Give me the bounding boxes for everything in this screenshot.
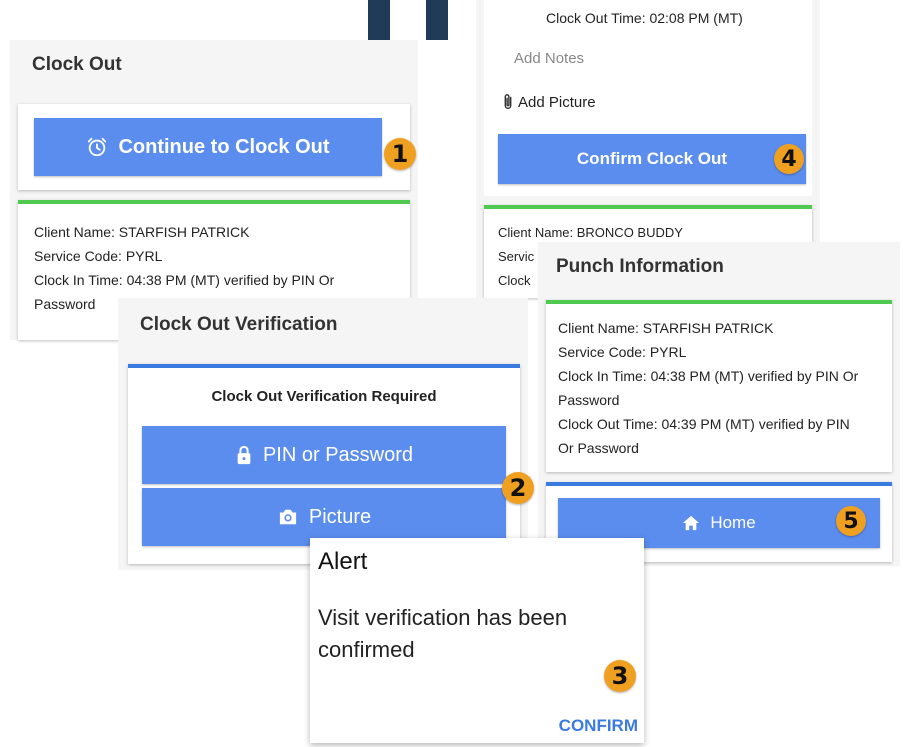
step-badge-1: 1 [384,138,416,170]
clock-out-verification-panel: Clock Out Verification Clock Out Verific… [118,298,534,570]
continue-label: Continue to Clock Out [118,135,330,158]
alert-message-line-2: confirmed [318,637,415,662]
step-badge-4: 4 [774,144,804,174]
punch-information-panel: Punch Information Client Name: STARFISH … [538,242,900,566]
paperclip-icon [502,93,514,111]
continue-card: Continue to Clock Out 1 [18,104,416,190]
step-badge-2: 2 [502,472,534,504]
service-code: Service Code: PYRL [558,344,687,360]
confirm-clock-out-button[interactable]: Confirm Clock Out [498,134,806,184]
logo-fragment-right [426,0,448,40]
home-label: Home [710,513,756,532]
camera-icon [277,508,299,526]
clock-in-time: Clock In Time: 04:38 PM (MT) verified by… [34,272,335,288]
clock-out-time: Clock Out Time: 04:39 PM (MT) verified b… [558,416,850,432]
confirm-alert-button[interactable]: CONFIRM [559,716,638,736]
add-picture-label: Add Picture [518,93,596,111]
punch-information-title: Punch Information [556,256,724,277]
picture-label: Picture [308,505,372,528]
alert-title: Alert [318,548,368,575]
verification-heading: Clock Out Verification Required [211,388,437,405]
client-name: Client Name: STARFISH PATRICK [34,224,250,240]
clock-out-time: Clock Out Time: 02:08 PM (MT) [546,10,743,26]
clock-in-time-cont: Password [558,392,620,408]
pin-or-password-button[interactable]: PIN or Password [142,426,506,484]
clock-out-time-cont: Or Password [558,440,639,456]
continue-to-clock-out-button[interactable]: Continue to Clock Out [34,118,382,176]
alert-message-line-1: Visit verification has been [318,605,568,630]
confirm-clock-out-label: Confirm Clock Out [576,149,728,168]
clock-out-panel: Clock Out Continue to Clock Out 1 Client… [10,40,418,340]
client-name: Client Name: STARFISH PATRICK [558,320,774,336]
pin-or-password-label: PIN or Password [262,443,414,466]
service-code: Service Code: PYRL [34,248,163,264]
alert-message: Visit verification has been confirmed [318,602,567,666]
verification-title: Clock Out Verification [140,314,338,335]
lock-icon [235,445,253,465]
step-badge-3: 3 [604,660,636,692]
clock-out-title: Clock Out [32,54,122,75]
clock-in-time: Clock In Time: 04:38 PM (MT) verified by… [558,368,859,384]
add-picture-link[interactable]: Add Picture [502,93,596,111]
logo-fragment-left [368,0,390,40]
add-notes-field[interactable]: Add Notes [514,50,584,67]
alert-dialog: Alert Visit verification has been confir… [310,538,644,743]
home-icon [682,515,700,531]
alarm-clock-icon [86,136,108,158]
verification-card: Clock Out Verification Required PIN or P… [128,364,534,564]
punch-info-card: Client Name: STARFISH PATRICK Service Co… [546,300,892,472]
confirm-card: Clock Out Time: 02:08 PM (MT) Add Notes … [484,0,812,196]
step-badge-5: 5 [836,506,866,536]
